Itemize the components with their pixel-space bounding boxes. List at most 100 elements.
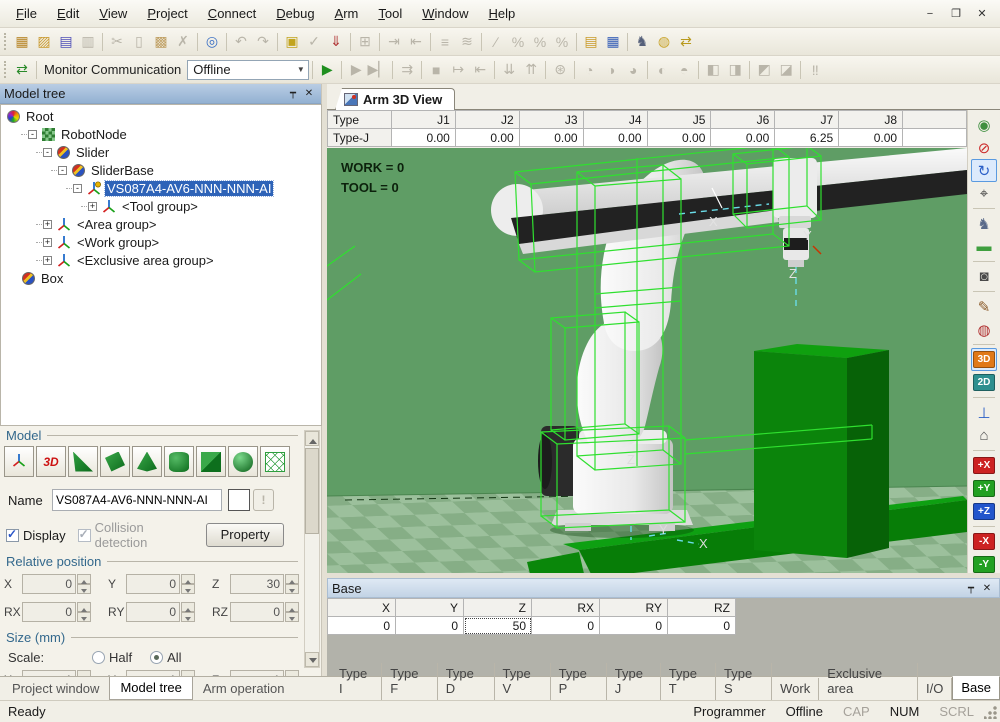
new-window-icon[interactable]: ▣ — [281, 32, 303, 52]
comment-icon[interactable]: ∕ — [485, 32, 507, 52]
resize-grip[interactable] — [984, 705, 998, 719]
spin-down-icon[interactable] — [77, 584, 91, 594]
base-close-icon[interactable]: ✕ — [979, 581, 995, 596]
movie-record-icon[interactable]: ◍ — [971, 318, 997, 341]
tab-type-t[interactable]: Type T — [661, 663, 716, 700]
connection-transfer-icon[interactable]: ⇄ — [11, 60, 33, 80]
y-spinner[interactable] — [181, 574, 195, 594]
scale-all-radio[interactable] — [150, 651, 163, 664]
tab-base[interactable]: Base — [952, 676, 1000, 700]
toolbar-grip[interactable] — [4, 61, 7, 78]
tree-item-sliderbase[interactable]: -SliderBase — [1, 161, 321, 179]
arm-monitor-2-icon[interactable]: ◓ — [673, 60, 695, 80]
spin-up-icon[interactable] — [181, 574, 195, 584]
menu-file[interactable]: File — [6, 1, 47, 26]
arm-settings-icon[interactable]: ♞ — [631, 32, 653, 52]
tree-item-vs087a4-av6-nnn-nnn-ai[interactable]: -VS087A4-AV6-NNN-NNN-AI — [1, 179, 321, 197]
menu-edit[interactable]: Edit — [47, 1, 89, 26]
reset-icon[interactable]: ⇤ — [469, 60, 491, 80]
tree-toggle-icon[interactable]: - — [28, 130, 37, 139]
rz-spinner[interactable] — [285, 602, 299, 622]
y-field[interactable] — [126, 574, 180, 594]
model-area-scrollbar[interactable] — [304, 430, 320, 668]
open-project-icon[interactable]: ▨ — [33, 32, 55, 52]
outdent-icon[interactable]: ⇤ — [405, 32, 427, 52]
copy-icon[interactable]: ▯ — [128, 32, 150, 52]
robot-view-2-icon[interactable]: ◪ — [775, 60, 797, 80]
tree-toggle-icon[interactable]: + — [43, 238, 52, 247]
measure-icon[interactable]: ▬ — [971, 235, 997, 258]
view-2d-button[interactable]: 2D — [971, 371, 997, 394]
x-spinner[interactable] — [77, 574, 91, 594]
tree-item-exclusive-area-group[interactable]: +<Exclusive area group> — [1, 251, 321, 269]
tree-item-root[interactable]: Root — [1, 107, 321, 125]
step-in-icon[interactable]: ⇊ — [498, 60, 520, 80]
spin-up-icon[interactable] — [285, 574, 299, 584]
tree-toggle-icon[interactable]: - — [73, 184, 82, 193]
x-field[interactable] — [22, 574, 76, 594]
spin-down-icon[interactable] — [285, 584, 299, 594]
tab-type-s[interactable]: Type S — [716, 663, 772, 700]
arm-monitor-1-icon[interactable]: ◐ — [651, 60, 673, 80]
wedge-button[interactable] — [68, 446, 98, 477]
arm-position-icon[interactable]: ♞ — [971, 212, 997, 235]
display-checkbox[interactable] — [6, 529, 19, 542]
tab-type-f[interactable]: Type F — [382, 663, 437, 700]
menu-arm[interactable]: Arm — [325, 1, 369, 26]
scroll-down-icon[interactable] — [305, 652, 319, 667]
color-swatch[interactable] — [228, 489, 250, 511]
arm-io-compare-icon[interactable]: ⇄ — [675, 32, 697, 52]
z-field[interactable] — [230, 574, 284, 594]
tab-type-j[interactable]: Type J — [607, 663, 661, 700]
warning-button[interactable]: ! — [253, 489, 274, 511]
tree-item-box[interactable]: Box — [1, 269, 321, 287]
menu-project[interactable]: Project — [137, 1, 197, 26]
base-value-rx[interactable]: 0 — [532, 617, 600, 635]
tab-type-i[interactable]: Type I — [331, 663, 382, 700]
sphere-button[interactable] — [228, 446, 258, 477]
prism-button[interactable] — [100, 446, 130, 477]
close-icon[interactable]: ✕ — [301, 86, 317, 101]
run-cycle-icon[interactable]: ⇉ — [396, 60, 418, 80]
tab-type-v[interactable]: Type V — [495, 663, 551, 700]
io-database-icon[interactable]: ◍ — [653, 32, 675, 52]
project-panel-icon[interactable]: ▤ — [580, 32, 602, 52]
home-view-icon[interactable]: ⌂ — [971, 424, 997, 447]
close-button[interactable]: ✕ — [970, 5, 994, 23]
build-run-icon[interactable]: ▶ — [316, 60, 338, 80]
tree-toggle-icon[interactable]: + — [88, 202, 97, 211]
view-3d-button[interactable]: 3D — [971, 348, 997, 371]
rx-spinner[interactable] — [77, 602, 91, 622]
breakpoint-delete-icon[interactable]: % — [551, 32, 573, 52]
toolbar-grip[interactable] — [4, 33, 7, 50]
step-out-icon[interactable]: ⇈ — [520, 60, 542, 80]
monitor-2-icon[interactable]: ◑ — [600, 60, 622, 80]
minimize-button[interactable]: − — [918, 5, 942, 23]
menu-connect[interactable]: Connect — [198, 1, 266, 26]
run-to-end-icon[interactable]: ▶▏ — [367, 60, 389, 80]
tree-item-work-group[interactable]: +<Work group> — [1, 233, 321, 251]
communication-mode-dropdown[interactable]: Offline ▼ — [187, 60, 309, 80]
paste-icon[interactable]: ▩ — [150, 32, 172, 52]
scale-half-radio[interactable] — [92, 651, 105, 664]
axis-origin-icon[interactable]: ⊥ — [971, 401, 997, 424]
save-icon[interactable]: ▥ — [77, 32, 99, 52]
spin-down-icon[interactable] — [181, 584, 195, 594]
panel-1-icon[interactable]: ◧ — [702, 60, 724, 80]
search-icon[interactable]: ◎ — [201, 32, 223, 52]
z-spinner[interactable] — [285, 574, 299, 594]
pin-icon[interactable]: ┯ — [285, 86, 301, 101]
menu-tool[interactable]: Tool — [368, 1, 412, 26]
ry-field[interactable] — [126, 602, 180, 622]
tab-i-o[interactable]: I/O — [918, 678, 952, 700]
cone-button[interactable] — [132, 446, 162, 477]
tree-item-tool-group[interactable]: +<Tool group> — [1, 197, 321, 215]
cube-button[interactable] — [196, 446, 226, 477]
tab-type-p[interactable]: Type P — [551, 663, 607, 700]
robot-view-1-icon[interactable]: ◩ — [753, 60, 775, 80]
collision-check-off-icon[interactable]: ⊘ — [971, 136, 997, 159]
menu-view[interactable]: View — [89, 1, 137, 26]
base-value-rz[interactable]: 0 — [668, 617, 736, 635]
add-axis-button[interactable] — [4, 446, 34, 477]
indent-icon[interactable]: ⇥ — [383, 32, 405, 52]
